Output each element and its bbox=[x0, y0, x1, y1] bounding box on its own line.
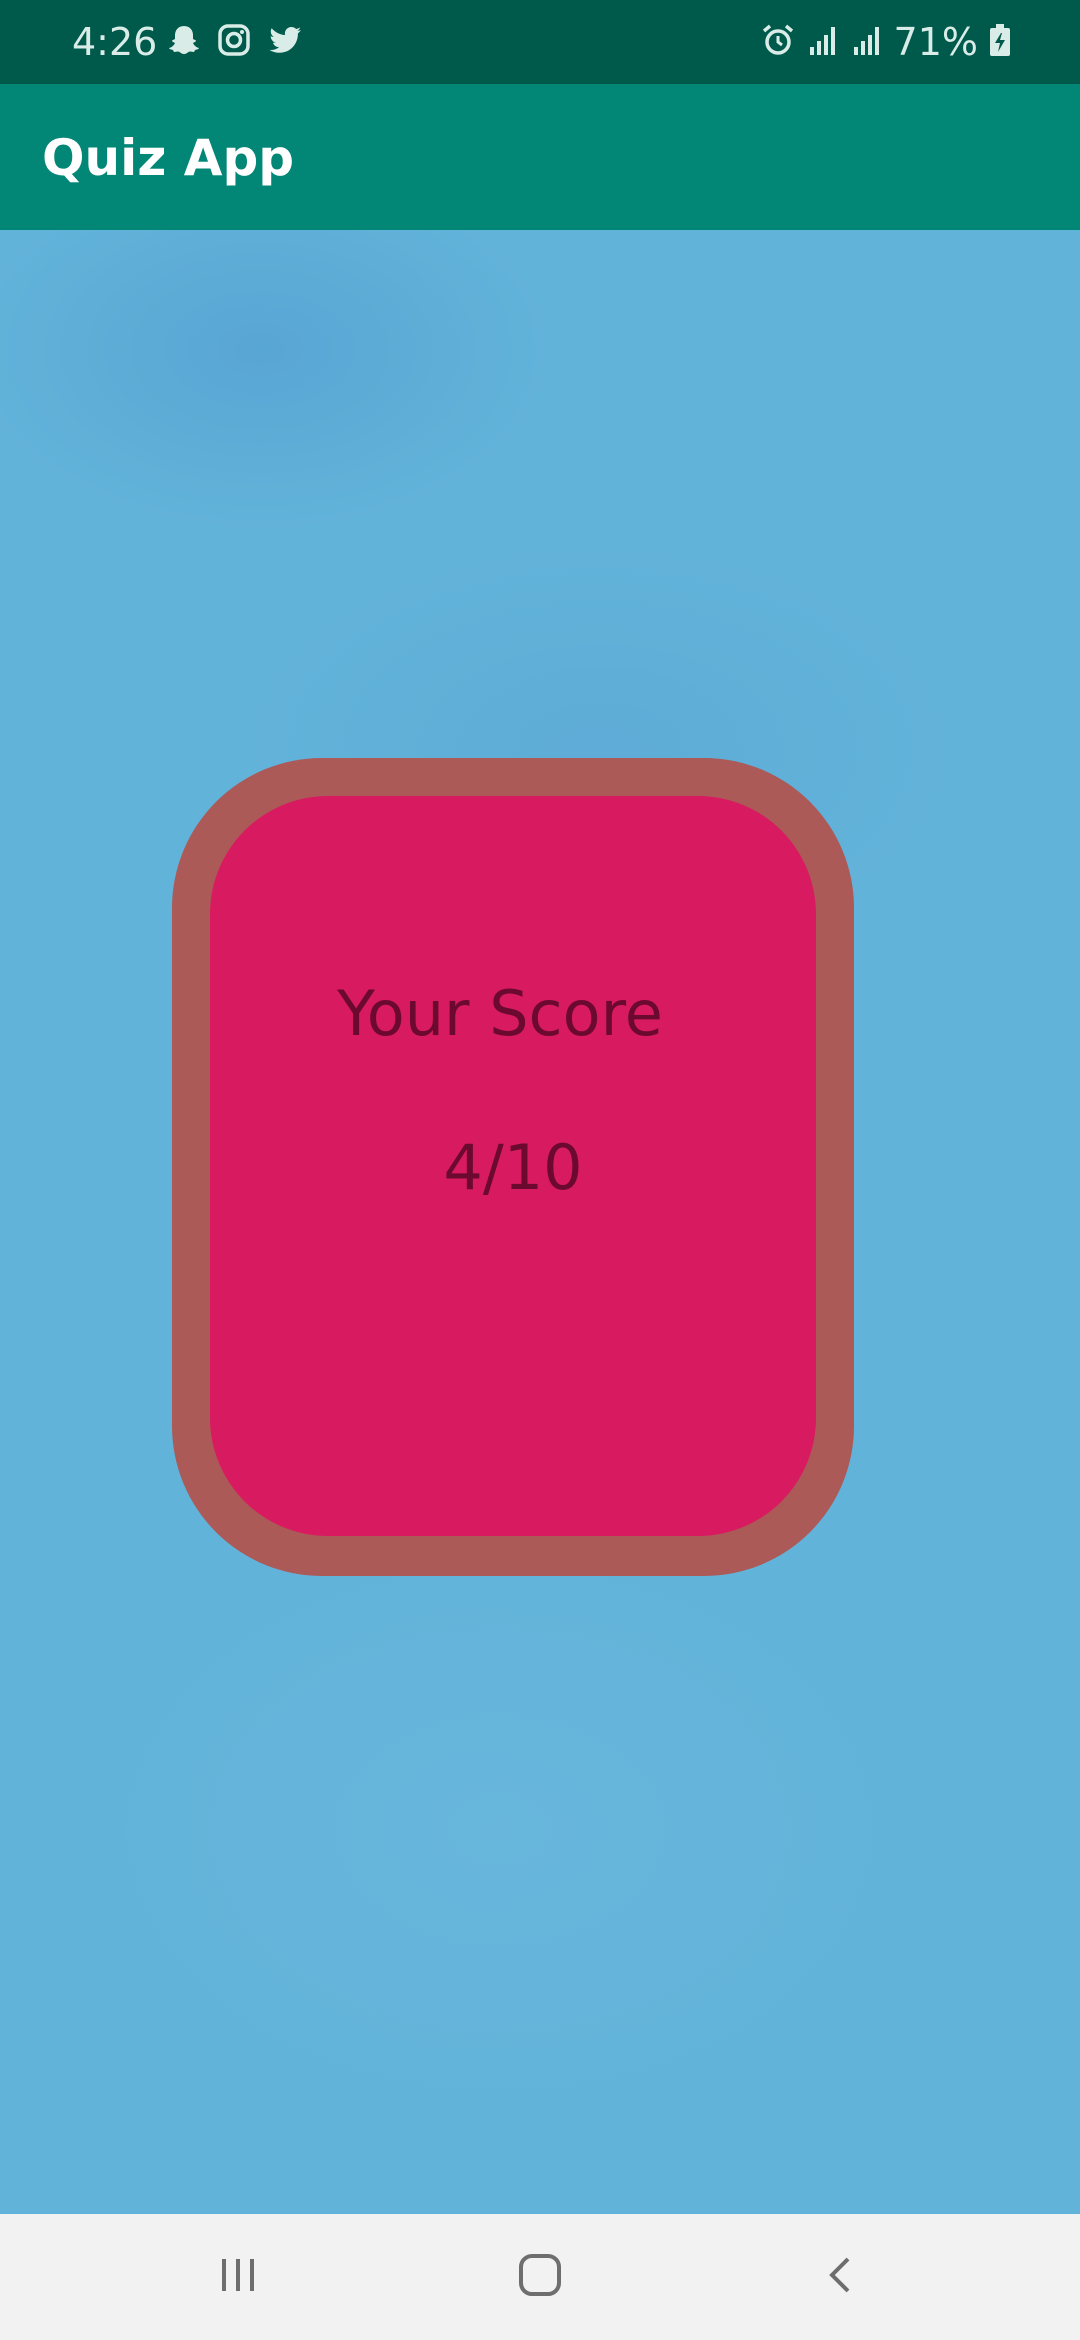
status-time: 4:26 bbox=[72, 20, 158, 64]
signal-icon bbox=[850, 23, 884, 61]
app-title: Quiz App bbox=[42, 129, 295, 187]
navigation-bar bbox=[0, 2214, 1080, 2340]
alarm-icon bbox=[760, 22, 796, 62]
notification-icons bbox=[166, 22, 304, 62]
home-icon bbox=[516, 2251, 564, 2303]
instagram-icon bbox=[216, 22, 252, 62]
system-status: 71% bbox=[760, 18, 1012, 66]
battery-charging-icon bbox=[988, 22, 1012, 62]
score-card: Your Score 4/10 bbox=[172, 758, 854, 1576]
home-button[interactable] bbox=[500, 2237, 580, 2317]
recent-apps-button[interactable] bbox=[198, 2237, 278, 2317]
battery-percentage: 71% bbox=[893, 20, 978, 64]
signal-icon bbox=[806, 23, 840, 61]
back-button[interactable] bbox=[802, 2237, 882, 2317]
back-icon bbox=[820, 2253, 864, 2301]
score-label: Your Score bbox=[337, 977, 663, 1050]
app-bar: Quiz App bbox=[0, 84, 1080, 230]
status-bar: 4:26 71% bbox=[0, 0, 1080, 84]
snapchat-icon bbox=[166, 22, 202, 62]
twitter-icon bbox=[266, 22, 304, 62]
score-value: 4/10 bbox=[443, 1131, 583, 1204]
screen: 4:26 71% Quiz App Your Score 4/10 bbox=[0, 0, 1080, 2340]
recent-apps-icon bbox=[216, 2253, 260, 2301]
score-card-inner: Your Score 4/10 bbox=[210, 796, 816, 1536]
